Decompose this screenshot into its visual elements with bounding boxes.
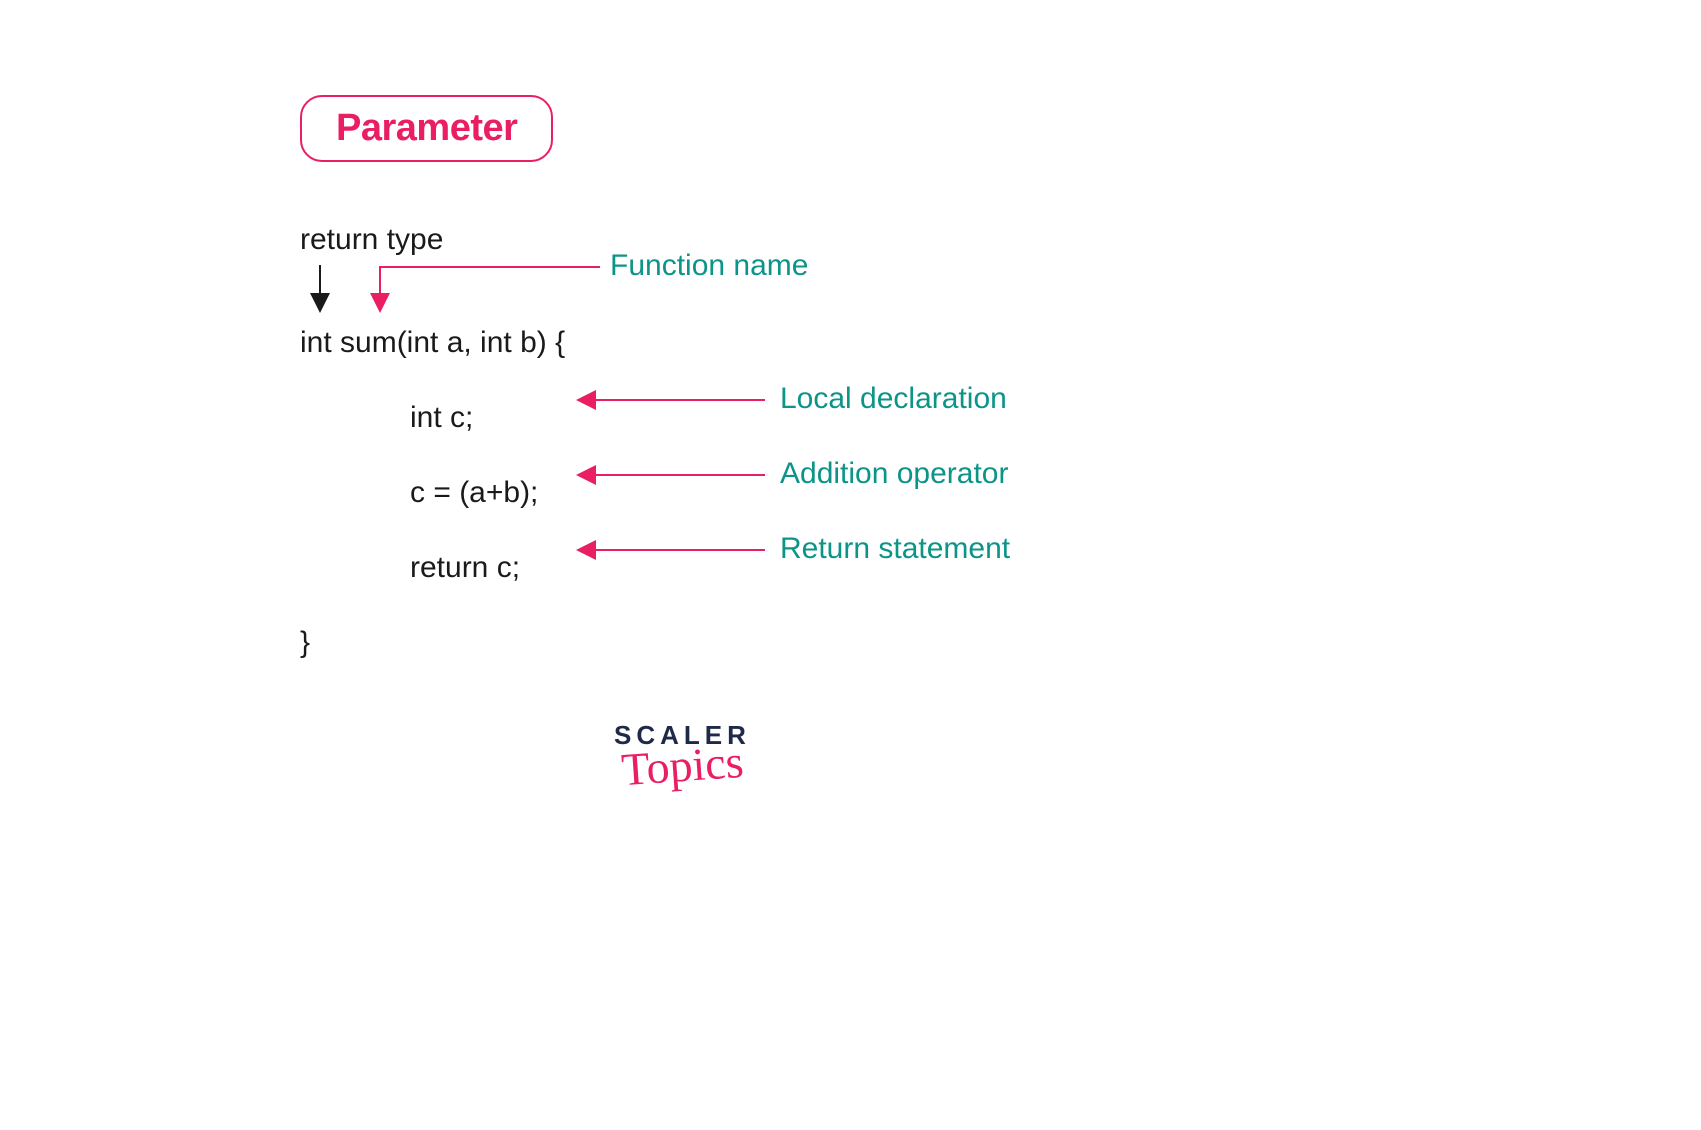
parameter-label: Parameter [336, 107, 517, 149]
code-area: return type int sum(int a, int b) { int … [300, 217, 1400, 665]
return-type-label: return type [300, 217, 1400, 262]
logo-topics-text: Topics [612, 734, 752, 796]
annotation-local-declaration: Local declaration [780, 382, 1007, 416]
annotation-function-name: Function name [610, 249, 808, 283]
parameter-box: Parameter [300, 95, 553, 162]
function-signature: int sum(int a, int b) { [300, 320, 1400, 365]
annotation-addition-operator: Addition operator [780, 457, 1009, 491]
code-close: } [300, 620, 1400, 665]
logo: SCALER Topics [614, 720, 751, 792]
annotation-return-statement: Return statement [780, 532, 1010, 566]
diagram-container: Parameter return type int sum(int a, int… [300, 95, 1400, 665]
